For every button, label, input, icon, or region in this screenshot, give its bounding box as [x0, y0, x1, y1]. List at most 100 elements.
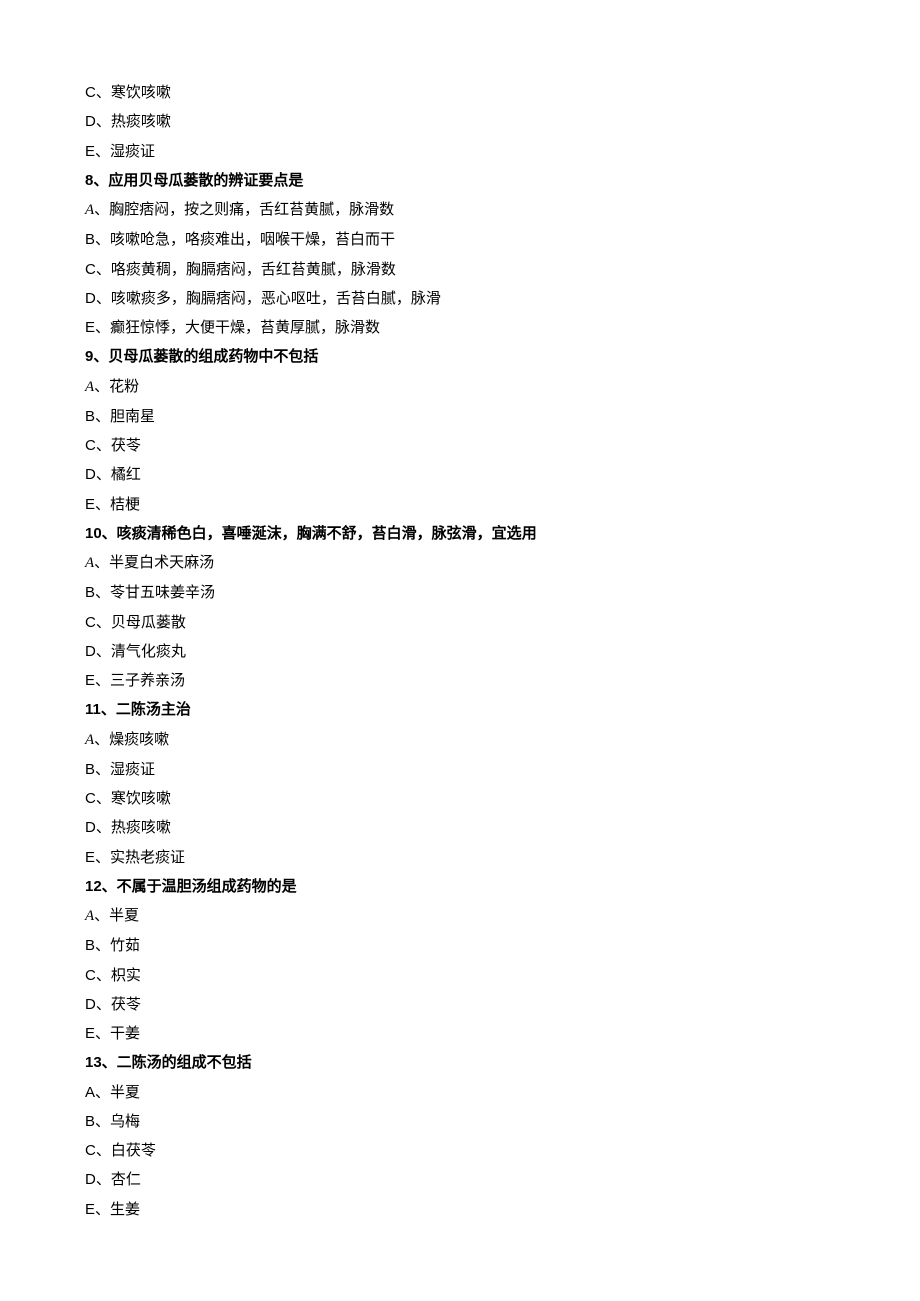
option-line: A、胸腔痞闷，按之则痛，舌红苔黄腻，脉滑数: [85, 195, 835, 225]
option-letter: A: [85, 1084, 95, 1101]
option-text: 、咳嗽呛急，咯痰难出，咽喉干燥，苔白而干: [95, 231, 395, 248]
option-text: 、竹茹: [95, 937, 140, 954]
option-text: 、寒饮咳嗽: [96, 790, 171, 807]
option-line: B、竹茹: [85, 931, 835, 960]
option-letter: C: [85, 790, 96, 807]
option-text: 、湿痰证: [95, 143, 155, 160]
option-text: 、茯苓: [96, 437, 141, 454]
option-text: 、白茯苓: [96, 1142, 156, 1159]
option-letter: C: [85, 84, 96, 101]
option-text: 、湿痰证: [95, 761, 155, 778]
option-line: E、癫狂惊悸，大便干燥，苔黄厚腻，脉滑数: [85, 313, 835, 342]
option-text: 、生姜: [95, 1201, 140, 1218]
option-text: 、橘红: [96, 466, 141, 483]
option-line: E、桔梗: [85, 490, 835, 519]
question-text: 9、贝母瓜蒌散的组成药物中不包括: [85, 348, 318, 365]
option-line: D、杏仁: [85, 1165, 835, 1194]
option-text: 、癫狂惊悸，大便干燥，苔黄厚腻，脉滑数: [95, 319, 380, 336]
option-letter: E: [85, 672, 95, 689]
option-text: 、胆南星: [95, 408, 155, 425]
option-line: B、乌梅: [85, 1107, 835, 1136]
option-letter: D: [85, 643, 96, 660]
option-letter: C: [85, 614, 96, 631]
option-text: 、桔梗: [95, 496, 140, 513]
question-line: 13、二陈汤的组成不包括: [85, 1048, 835, 1077]
option-text: 、茯苓: [96, 996, 141, 1013]
option-line: A、半夏: [85, 1078, 835, 1107]
option-letter: D: [85, 996, 96, 1013]
option-text: 、杏仁: [96, 1171, 141, 1188]
option-letter: C: [85, 1142, 96, 1159]
question-text: 12、不属于温胆汤组成药物的是: [85, 878, 297, 895]
option-letter: E: [85, 1201, 95, 1218]
question-line: 9、贝母瓜蒌散的组成药物中不包括: [85, 342, 835, 371]
document-body: C、寒饮咳嗽D、热痰咳嗽E、湿痰证8、应用贝母瓜蒌散的辨证要点是A、胸腔痞闷，按…: [85, 78, 835, 1224]
option-text: 、咯痰黄稠，胸膈痞闷，舌红苔黄腻，脉滑数: [96, 261, 396, 278]
option-text: 、半夏: [95, 1084, 140, 1101]
option-line: A、半夏白术天麻汤: [85, 548, 835, 578]
option-text: 、乌梅: [95, 1113, 140, 1130]
option-letter: B: [85, 584, 95, 601]
question-line: 10、咳痰清稀色白，喜唾涎沫，胸满不舒，苔白滑，脉弦滑，宜选用: [85, 519, 835, 548]
option-line: D、清气化痰丸: [85, 637, 835, 666]
option-text: 、半夏白术天麻汤: [94, 554, 214, 571]
option-text: 、寒饮咳嗽: [96, 84, 171, 101]
option-line: D、咳嗽痰多，胸膈痞闷，恶心呕吐，舌苔白腻，脉滑: [85, 284, 835, 313]
question-text: 8、应用贝母瓜蒌散的辨证要点是: [85, 172, 303, 189]
option-letter: C: [85, 261, 96, 278]
option-text: 、花粉: [94, 378, 139, 395]
question-line: 11、二陈汤主治: [85, 695, 835, 724]
option-line: E、实热老痰证: [85, 843, 835, 872]
option-letter: D: [85, 1171, 96, 1188]
option-letter: B: [85, 408, 95, 425]
option-text: 、清气化痰丸: [96, 643, 186, 660]
option-letter: A: [85, 732, 94, 748]
option-text: 、咳嗽痰多，胸膈痞闷，恶心呕吐，舌苔白腻，脉滑: [96, 290, 441, 307]
option-text: 、实热老痰证: [95, 849, 185, 866]
option-letter: D: [85, 819, 96, 836]
option-letter: D: [85, 113, 96, 130]
option-text: 、热痰咳嗽: [96, 819, 171, 836]
option-letter: B: [85, 937, 95, 954]
option-line: E、湿痰证: [85, 137, 835, 166]
option-line: B、湿痰证: [85, 755, 835, 784]
option-text: 、苓甘五味姜辛汤: [95, 584, 215, 601]
option-letter: E: [85, 143, 95, 160]
option-letter: E: [85, 319, 95, 336]
option-line: A、半夏: [85, 901, 835, 931]
option-line: B、胆南星: [85, 402, 835, 431]
option-letter: A: [85, 908, 94, 924]
option-text: 、燥痰咳嗽: [94, 731, 169, 748]
option-text: 、热痰咳嗽: [96, 113, 171, 130]
option-letter: D: [85, 466, 96, 483]
option-line: C、寒饮咳嗽: [85, 784, 835, 813]
option-line: E、生姜: [85, 1195, 835, 1224]
option-line: C、茯苓: [85, 431, 835, 460]
option-line: B、咳嗽呛急，咯痰难出，咽喉干燥，苔白而干: [85, 225, 835, 254]
option-letter: A: [85, 555, 94, 571]
option-text: 、三子养亲汤: [95, 672, 185, 689]
question-line: 8、应用贝母瓜蒌散的辨证要点是: [85, 166, 835, 195]
option-line: D、热痰咳嗽: [85, 813, 835, 842]
option-line: D、橘红: [85, 460, 835, 489]
option-letter: C: [85, 437, 96, 454]
option-line: C、寒饮咳嗽: [85, 78, 835, 107]
question-text: 13、二陈汤的组成不包括: [85, 1054, 252, 1071]
option-letter: A: [85, 379, 94, 395]
option-line: E、三子养亲汤: [85, 666, 835, 695]
option-text: 、半夏: [94, 907, 139, 924]
option-text: 、枳实: [96, 967, 141, 984]
option-line: B、苓甘五味姜辛汤: [85, 578, 835, 607]
option-letter: D: [85, 290, 96, 307]
option-line: E、干姜: [85, 1019, 835, 1048]
option-letter: A: [85, 202, 94, 218]
option-line: C、白茯苓: [85, 1136, 835, 1165]
option-letter: E: [85, 849, 95, 866]
option-line: A、燥痰咳嗽: [85, 725, 835, 755]
option-letter: B: [85, 761, 95, 778]
option-text: 、干姜: [95, 1025, 140, 1042]
option-line: A、花粉: [85, 372, 835, 402]
option-letter: E: [85, 496, 95, 513]
option-text: 、胸腔痞闷，按之则痛，舌红苔黄腻，脉滑数: [94, 201, 394, 218]
option-line: D、茯苓: [85, 990, 835, 1019]
